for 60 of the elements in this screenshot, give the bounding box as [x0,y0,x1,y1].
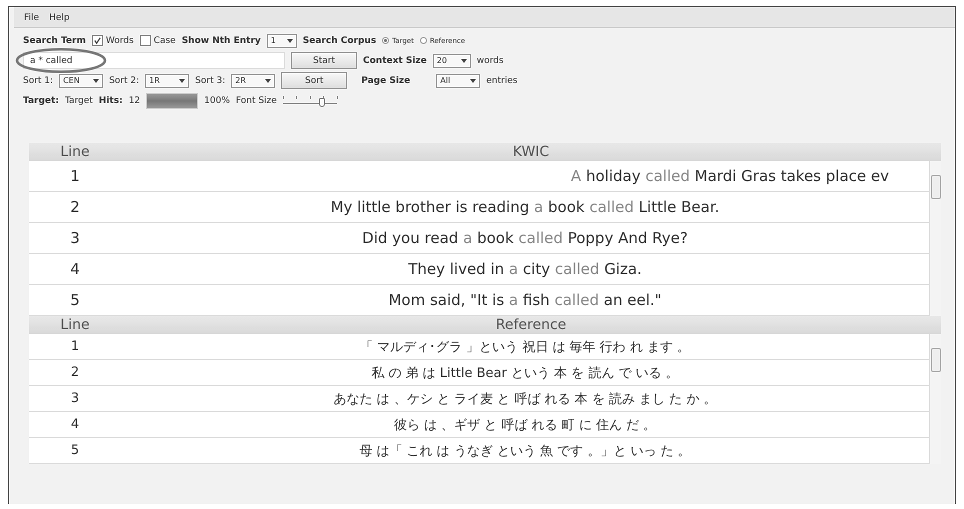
search-term-label: Search Term [23,36,86,46]
line-number: 5 [69,291,81,309]
reference-line: あなた は 、ケシ と ライ麦 と 呼ば れる 本 を 読み まし た か 。 [332,390,718,408]
hits-label: Hits: [98,96,123,106]
reference-line: 「 マルディ･グラ 」という 祝日 は 毎年 行わ れ ます 。 [358,338,692,356]
sort-dropdown[interactable]: 1R [145,74,190,88]
case-label: Case [154,36,176,46]
progress-reading: 100% [204,96,230,106]
corpus-radio[interactable] [382,37,390,44]
font-size-label: Font Size [236,96,277,106]
kwic-line: My little brother is reading a book called Little Bear. [330,198,720,216]
column-header: Line [59,317,91,333]
search-field[interactable]: a * called [23,52,285,69]
page-size-dropdown[interactable]: All [436,74,480,88]
sort-dropdown[interactable]: CEN [59,74,104,88]
start-button[interactable]: Start [291,52,357,69]
sort-dropdown[interactable]: 2R [231,74,276,88]
entries-label: entries [486,76,518,86]
words-label: Words [106,36,134,46]
menu-item[interactable]: Help [49,13,70,23]
context-size-label: Context Size [363,56,427,66]
line-number: 4 [69,260,81,278]
menu-item[interactable]: File [24,13,40,23]
hits-value: 12 [128,96,140,106]
sort-label: Sort 2: [109,76,140,86]
words-unit-label: words [476,56,504,66]
line-number: 5 [70,443,80,458]
kwic-line: A holiday called Mardi Gras takes place ev [570,167,890,185]
line-number: 1 [70,339,80,354]
nth-entry-label: Show Nth Entry [182,36,261,46]
slider-thumb[interactable] [318,98,325,106]
target-label: Target: [23,96,59,106]
search-corpus-label: Search Corpus [302,36,376,46]
page-size-label: Page Size [361,76,410,86]
words-checkbox[interactable] [92,35,103,46]
column-header: Line [59,144,91,160]
sort-label: Sort 3: [195,76,226,86]
corpus-radio[interactable] [420,37,427,44]
line-number: 2 [70,365,80,380]
sort-label: Sort 1: [23,76,54,86]
kwic-line: They lived in a city called Giza. [407,260,643,278]
target-value: Target [64,96,93,106]
column-header: Reference [494,317,568,333]
reference-line: 彼ら は 、ギザ と 呼ば れる 町 に 住ん だ 。 [392,416,658,434]
scrollbar[interactable] [929,161,941,316]
reference-line: 母 は「 これ は うなぎ という 魚 です 。」と いっ た 。 [358,442,692,460]
reference-line: 私 の 弟 は Little Bear という 本 を 読ん で いる 。 [370,364,680,382]
line-number: 3 [70,391,80,406]
kwic-line: Mom said, "It is a fish called an eel." [387,291,663,309]
case-checkbox[interactable] [140,35,151,46]
font-size-slider[interactable] [282,94,337,108]
kwic-line: Did you read a book called Poppy And Rye? [361,229,689,247]
line-number: 3 [69,229,81,247]
line-number: 1 [69,167,81,185]
nth-entry-dropdown[interactable]: 1 [266,34,297,48]
column-header: KWIC [512,144,550,160]
line-number: 4 [70,417,80,432]
line-number: 2 [69,198,81,216]
sort-button[interactable]: Sort [281,72,348,89]
context-size-dropdown[interactable]: 20 [432,54,471,68]
